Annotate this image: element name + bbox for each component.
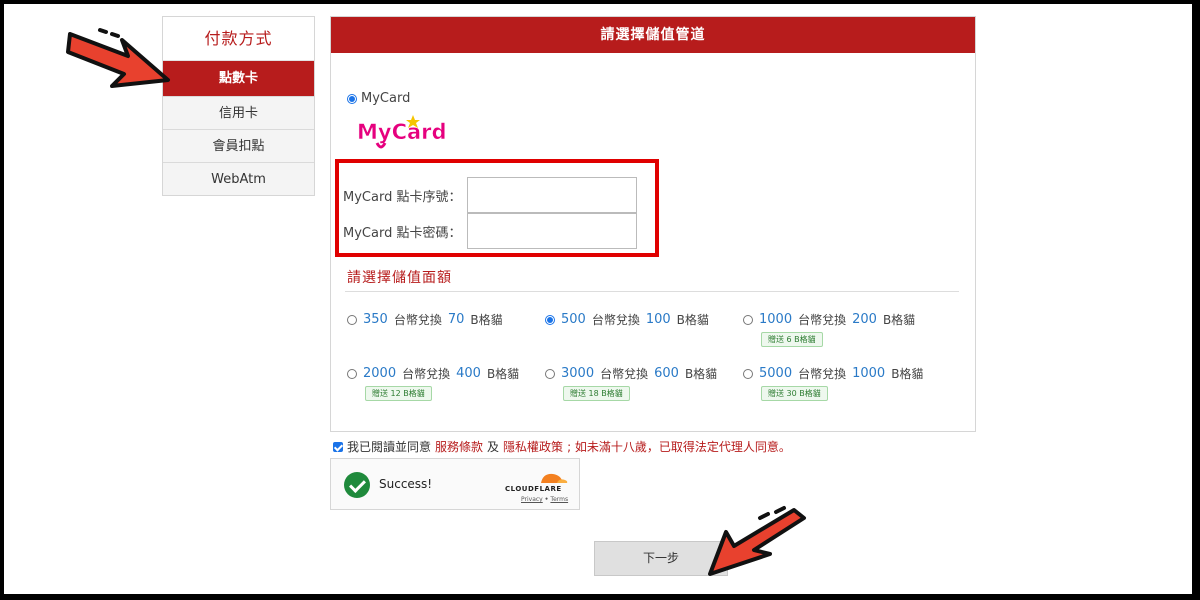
amount-radio[interactable] — [743, 368, 753, 379]
agreement-row[interactable]: 我已閱讀並同意 服務條款 及 隱私權政策 ; 如未滿十八歲，已取得法定代理人同意… — [333, 438, 791, 455]
amount-coins: 1000 — [852, 366, 886, 381]
amount-radio[interactable] — [743, 314, 753, 325]
serial-input[interactable] — [467, 177, 637, 213]
page: 付款方式 點數卡 信用卡 會員扣點 WebAtm 請選擇儲值管道 MyCard … — [4, 4, 1192, 594]
serial-label: MyCard 點卡序號： — [343, 189, 462, 205]
amount-unit: B格貓 — [882, 313, 916, 327]
amount-radio[interactable] — [545, 368, 555, 379]
amount-coins: 100 — [645, 312, 671, 327]
cloudflare-links: Privacy • Terms — [521, 496, 568, 503]
mycard-logo: MyCard ​ — [357, 115, 447, 149]
sidebar-item-point-card[interactable]: 點數卡 — [163, 61, 314, 96]
serial-row: MyCard 點卡序號： — [343, 177, 637, 213]
amount-ntd: 1000 — [759, 312, 793, 327]
amount-coins: 200 — [852, 312, 877, 327]
amount-unit: B格貓 — [470, 313, 503, 327]
agreement-prefix: 我已閱讀並同意 — [347, 440, 432, 454]
amount-option-500[interactable]: 500 台幣兌換 100 B格貓 — [545, 311, 709, 328]
amount-unit: B格貓 — [891, 367, 924, 381]
password-row: MyCard 點卡密碼： — [343, 213, 637, 249]
amount-mid: 台幣兌換 — [393, 313, 442, 327]
amount-mid: 台幣兌換 — [591, 313, 640, 327]
sidebar-item-webatm[interactable]: WebAtm — [163, 162, 314, 195]
password-label: MyCard 點卡密碼： — [343, 225, 462, 241]
amount-radio[interactable] — [347, 314, 357, 325]
amount-option-5000[interactable]: 5000 台幣兌換 1000 B格貓 贈送 30 B格貓 — [743, 365, 923, 401]
amount-coins: 600 — [654, 366, 679, 381]
success-check-icon — [344, 472, 370, 498]
amount-option-1000[interactable]: 1000 台幣兌換 200 B格貓 贈送 6 B格貓 — [743, 311, 915, 347]
amount-ntd: 3000 — [561, 366, 595, 381]
mycard-radio[interactable] — [347, 93, 357, 104]
amount-unit: B格貓 — [684, 367, 718, 381]
agreement-suffix: ; 如未滿十八歲，已取得法定代理人同意。 — [567, 440, 791, 454]
pointer-arrow-icon — [708, 506, 806, 576]
bonus-badge: 贈送 18 B格貓 — [563, 386, 630, 401]
bonus-badge: 贈送 12 B格貓 — [365, 386, 432, 401]
amount-unit: B格貓 — [676, 313, 709, 327]
amount-option-3000[interactable]: 3000 台幣兌換 600 B格貓 贈送 18 B格貓 — [545, 365, 717, 401]
amount-ntd: 5000 — [759, 366, 793, 381]
amount-mid: 台幣兌換 — [798, 367, 847, 381]
amount-coins: 70 — [447, 312, 465, 327]
password-input[interactable] — [467, 213, 637, 249]
pointer-arrow-icon — [66, 28, 170, 88]
topup-panel: 請選擇儲值管道 MyCard MyCard ​ MyCard 點卡序號： MyC… — [330, 16, 976, 432]
mycard-channel-option[interactable]: MyCard — [347, 91, 410, 106]
agreement-checkbox[interactable] — [333, 441, 343, 452]
bonus-badge: 贈送 6 B格貓 — [761, 332, 823, 347]
amount-radio[interactable] — [545, 314, 555, 325]
amount-ntd: 350 — [363, 312, 388, 327]
amount-unit: B格貓 — [486, 367, 520, 381]
amount-ntd: 2000 — [363, 366, 397, 381]
bonus-badge: 贈送 30 B格貓 — [761, 386, 828, 401]
amount-ntd: 500 — [561, 312, 586, 327]
payment-method-sidebar: 付款方式 點數卡 信用卡 會員扣點 WebAtm — [162, 16, 315, 196]
amount-option-2000[interactable]: 2000 台幣兌換 400 B格貓 贈送 12 B格貓 — [347, 365, 519, 401]
amount-divider — [345, 291, 959, 292]
sidebar-item-credit-card[interactable]: 信用卡 — [163, 96, 314, 129]
cloudflare-separator: • — [544, 496, 549, 503]
amount-radio[interactable] — [347, 368, 357, 379]
agreement-and: 及 — [487, 440, 500, 454]
mycard-logo-text: MyCard — [357, 120, 447, 144]
cloudflare-privacy-link[interactable]: Privacy — [521, 496, 543, 503]
cloudflare-brand: CLOUDFLARE — [505, 485, 562, 493]
amount-option-350[interactable]: 350 台幣兌換 70 B格貓 — [347, 311, 503, 328]
cloudflare-status: Success! — [379, 477, 433, 491]
terms-link[interactable]: 服務條款 — [435, 438, 483, 455]
mycard-label: MyCard — [361, 91, 411, 106]
amount-coins: 400 — [456, 366, 481, 381]
amount-mid: 台幣兌換 — [600, 367, 649, 381]
panel-header: 請選擇儲值管道 — [331, 17, 975, 53]
cloudflare-widget: Success! CLOUDFLARE Privacy • Terms — [330, 458, 580, 510]
amount-mid: 台幣兌換 — [402, 367, 451, 381]
sidebar-item-member-points[interactable]: 會員扣點 — [163, 129, 314, 162]
amount-title: 請選擇儲值面額 — [347, 270, 452, 286]
sidebar-title: 付款方式 — [163, 17, 314, 61]
cloudflare-terms-link[interactable]: Terms — [550, 496, 568, 503]
amount-mid: 台幣兌換 — [798, 313, 847, 327]
privacy-link[interactable]: 隱私權政策 — [503, 438, 563, 455]
